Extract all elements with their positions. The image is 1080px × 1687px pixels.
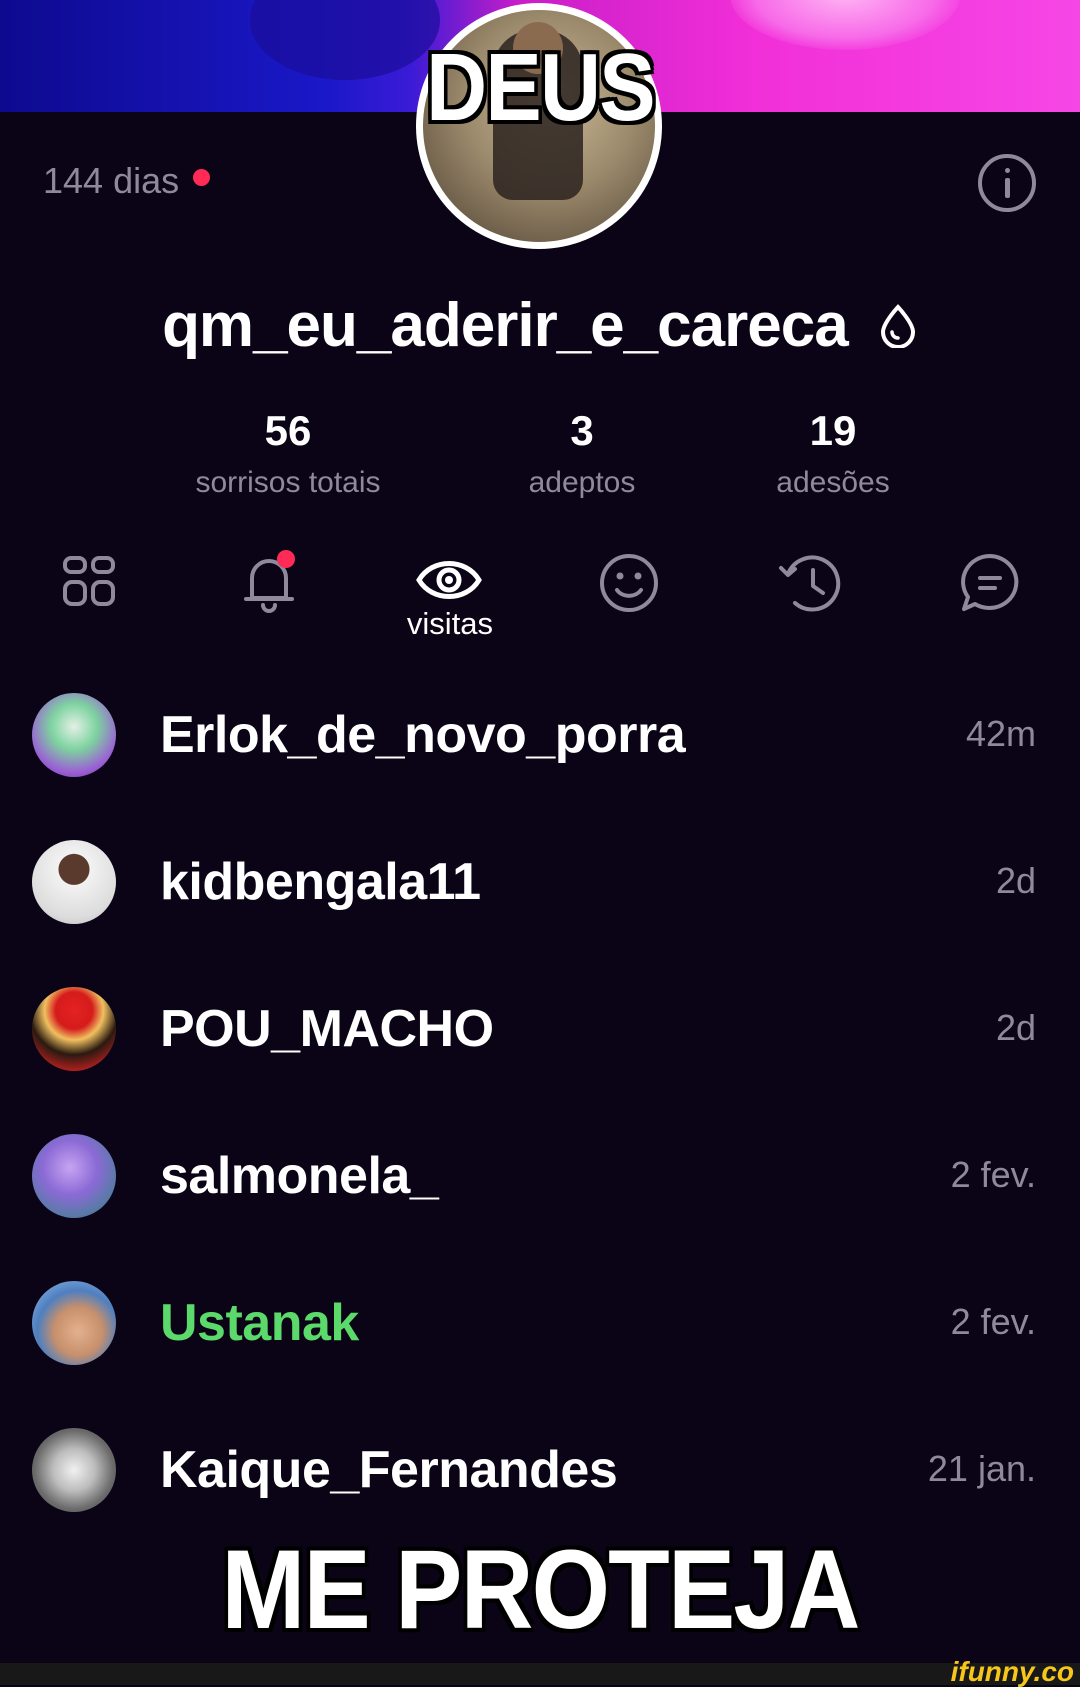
bell-icon[interactable] <box>234 548 304 618</box>
visitor-name: Kaique_Fernandes <box>160 1441 618 1499</box>
drop-icon <box>880 303 915 349</box>
stat-adesoes[interactable]: 19 adesões <box>713 408 953 500</box>
smile-icon[interactable] <box>594 548 664 618</box>
list-item[interactable]: kidbengala11 2d <box>0 832 1080 932</box>
list-item[interactable]: POU_MACHO 2d <box>0 979 1080 1079</box>
stat-label: sorrisos totais <box>195 466 381 499</box>
stat-adeptos[interactable]: 3 adeptos <box>462 408 702 500</box>
avatar <box>32 1281 116 1365</box>
visit-time: 21 jan. <box>927 1448 1036 1489</box>
stat-label: adesões <box>776 466 890 499</box>
visitor-name: POU_MACHO <box>160 1000 494 1058</box>
visit-time: 2 fev. <box>950 1154 1036 1195</box>
watermark-bar <box>0 1663 1080 1685</box>
stat-value: 19 <box>809 407 857 454</box>
info-icon-dot <box>1005 168 1010 173</box>
visit-time: 2d <box>995 1007 1036 1048</box>
visit-time: 2d <box>995 860 1036 901</box>
avatar <box>32 1428 116 1512</box>
visitor-name: Ustanak <box>160 1294 359 1352</box>
stat-label: adeptos <box>528 466 636 499</box>
list-item[interactable]: Ustanak 2 fev. <box>0 1273 1080 1373</box>
visitor-name: Erlok_de_novo_porra <box>160 706 686 764</box>
visitor-name: kidbengala11 <box>160 853 481 911</box>
visitor-name: salmonela_ <box>160 1147 439 1205</box>
profile-username: qm_eu_aderir_e_careca <box>0 290 1080 361</box>
days-counter: 144 dias <box>43 160 211 202</box>
grid-icon[interactable] <box>55 548 125 618</box>
avatar <box>32 1134 116 1218</box>
stat-value: 3 <box>570 407 594 454</box>
watermark-logo: ifunny.co <box>950 1656 1074 1687</box>
stat-sorrisos[interactable]: 56 sorrisos totais <box>168 408 408 500</box>
username-text: qm_eu_aderir_e_careca <box>162 291 849 360</box>
avatar <box>32 987 116 1071</box>
visit-time: 42m <box>965 713 1036 754</box>
list-item[interactable]: salmonela_ 2 fev. <box>0 1126 1080 1226</box>
meme-bottom-caption: ME PROTEJA <box>221 1527 860 1652</box>
bell-notification-dot <box>277 550 295 568</box>
avatar <box>32 693 116 777</box>
info-icon[interactable] <box>978 154 1036 212</box>
meme-top-caption: DEUS <box>426 34 655 141</box>
list-item[interactable]: Kaique_Fernandes 21 jan. <box>0 1420 1080 1520</box>
chat-icon[interactable] <box>955 548 1025 618</box>
info-icon-line <box>1005 178 1010 198</box>
list-item[interactable]: Erlok_de_novo_porra 42m <box>0 685 1080 785</box>
tab-label-visitas: visitas <box>406 606 494 641</box>
stat-value: 56 <box>264 407 312 454</box>
visit-time: 2 fev. <box>950 1301 1036 1342</box>
days-label: 144 dias <box>43 160 180 201</box>
history-icon[interactable] <box>775 548 845 618</box>
avatar <box>32 840 116 924</box>
status-dot <box>193 168 211 186</box>
